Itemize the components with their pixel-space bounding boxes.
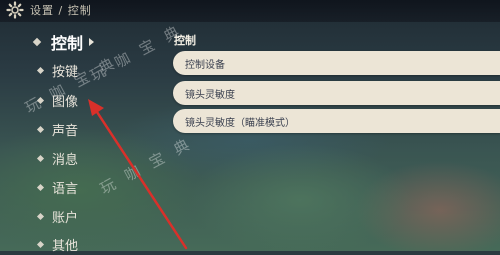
annotation-arrow <box>88 99 188 250</box>
